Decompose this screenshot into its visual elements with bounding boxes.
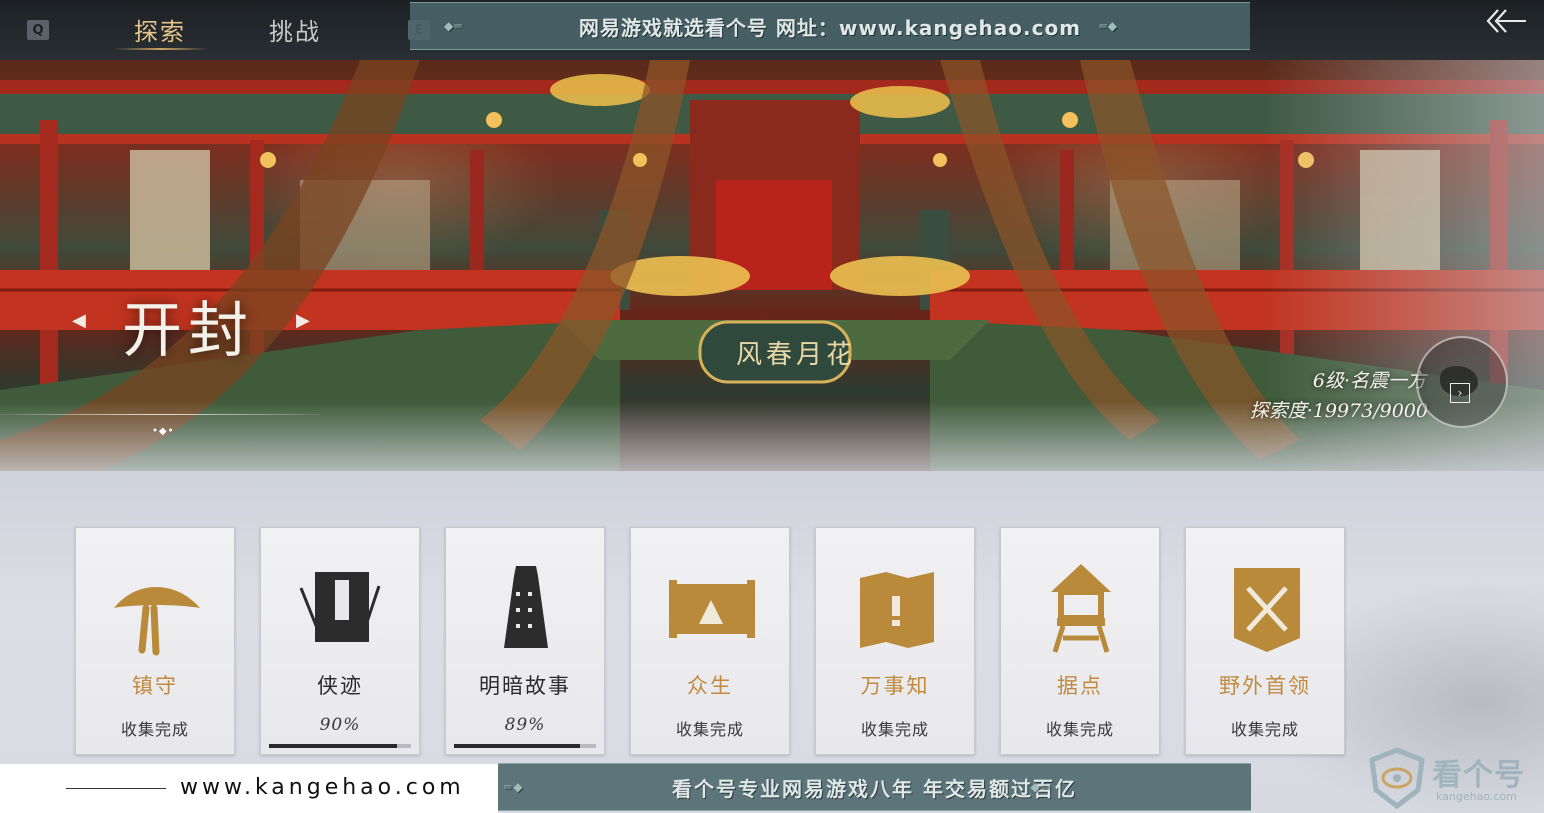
bell-icon [504, 566, 548, 648]
card-title: 侠迹 [317, 674, 363, 698]
scroll-painting-icon [669, 580, 755, 638]
card-status: 收集完成 [1045, 720, 1114, 739]
next-city-arrow-icon[interactable]: ▶ [296, 310, 310, 331]
collection-card[interactable]: 众生 收集完成 [630, 527, 790, 755]
folding-map-icon [860, 572, 934, 648]
city-name: 开封 [122, 296, 254, 366]
logo-sub: kangehao.com [1436, 790, 1517, 803]
watermark-text-bottom: 看个号专业网易游戏八年 年交易额过百亿 [672, 776, 1077, 801]
city-map-button[interactable]: › [1416, 336, 1508, 428]
logo-name: 看个号 [1432, 758, 1525, 793]
card-status: 90% [319, 715, 361, 735]
footer-url: www.kangehao.com [180, 775, 465, 800]
tab-explore[interactable]: 探索 [134, 12, 186, 47]
collection-card[interactable]: 万事知 收集完成 [815, 527, 975, 755]
card-status: 收集完成 [1230, 720, 1299, 739]
back-arrow-icon[interactable] [1484, 6, 1528, 36]
watermark-banner-top: ◆═ 网易游戏就选看个号 网址：www.kangehao.com ═◆ [410, 2, 1250, 50]
card-status: 89% [504, 715, 546, 735]
city-divider [0, 414, 320, 415]
watermark-logo: 看个号 kangehao.com [1366, 746, 1544, 810]
prev-city-arrow-icon[interactable]: ◀ [72, 310, 86, 331]
progress-bar-fill [454, 744, 581, 748]
card-title: 据点 [1057, 674, 1103, 698]
collection-card[interactable]: 镇守 收集完成 [75, 527, 235, 755]
card-title: 镇守 [132, 674, 178, 698]
tab-challenge[interactable]: 挑战 [269, 12, 321, 47]
ornament-icon: ◆═ [1030, 780, 1051, 794]
progress-bar [454, 744, 596, 748]
goto-map-icon: › [1450, 383, 1470, 403]
crossed-swords-banner-icon [1234, 568, 1300, 652]
city-page-indicator-icon: •◆• [152, 426, 175, 437]
eye-shield-icon [1369, 747, 1425, 810]
exploration-progress: 探索度·19973/9000 [1249, 400, 1428, 422]
card-status: 收集完成 [120, 720, 189, 739]
collection-card[interactable]: 侠迹 90% [260, 527, 420, 755]
collection-card[interactable]: 据点 收集完成 [1000, 527, 1160, 755]
hero-signboard: 风春月花 [736, 340, 857, 370]
collection-card[interactable]: 野外首领 收集完成 [1185, 527, 1345, 755]
card-title: 万事知 [860, 674, 930, 698]
watermark-text-top: 网易游戏就选看个号 网址：www.kangehao.com [578, 15, 1082, 40]
watchtower-icon [1051, 564, 1111, 653]
card-title: 野外首领 [1219, 674, 1311, 698]
footer-divider [66, 788, 166, 789]
key-hint-q: Q [27, 20, 49, 40]
card-status: 收集完成 [860, 720, 929, 739]
card-status: 收集完成 [675, 720, 744, 739]
book-bamboo-icon [299, 572, 381, 642]
ornament-icon: ◆═ [444, 19, 463, 33]
ornament-icon: ═◆ [504, 780, 525, 794]
card-title: 明暗故事 [479, 674, 571, 698]
watermark-banner-bottom: ═◆ 看个号专业网易游戏八年 年交易额过百亿 ◆═ [498, 763, 1251, 811]
card-title: 众生 [687, 674, 733, 698]
progress-bar-fill [269, 744, 397, 748]
progress-bar [269, 744, 411, 748]
collection-card[interactable]: 明暗故事 89% [445, 527, 605, 755]
straw-hat-icon [114, 587, 200, 656]
city-level: 6级·名震一方 [1312, 370, 1426, 392]
ornament-icon: ═◆ [1099, 19, 1118, 33]
active-tab-indicator [114, 48, 208, 50]
